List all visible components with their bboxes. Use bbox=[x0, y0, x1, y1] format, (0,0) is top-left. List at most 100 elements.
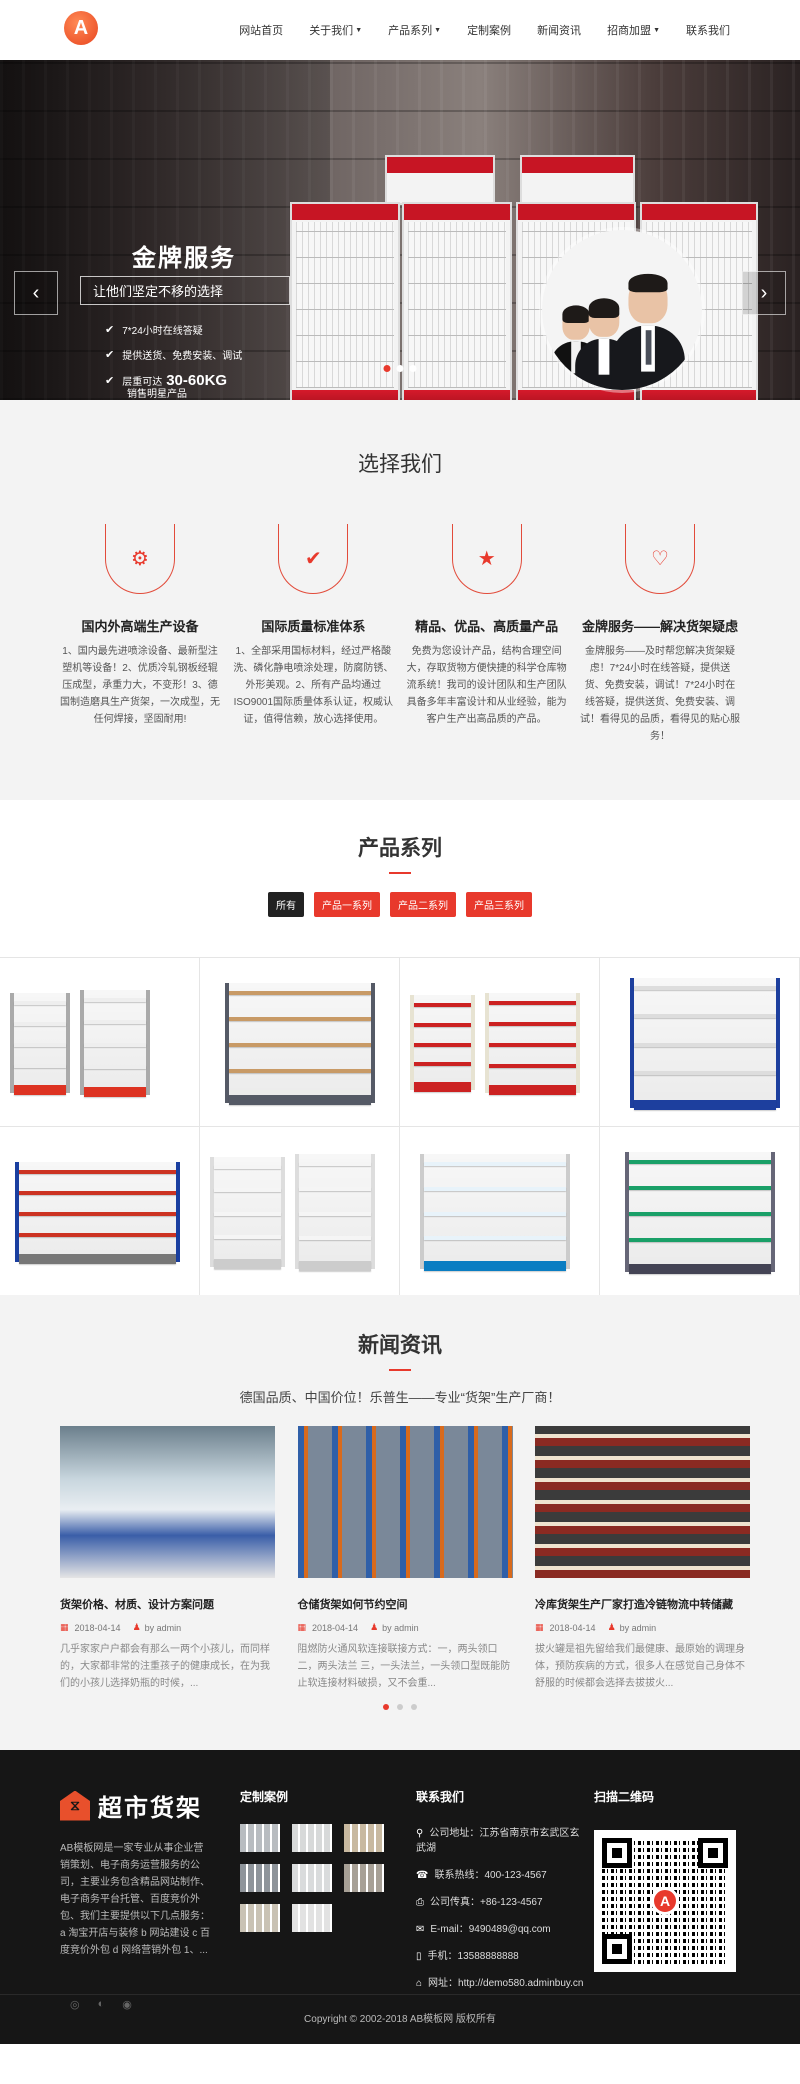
product-card[interactable] bbox=[400, 958, 600, 1127]
qr-logo-icon: A bbox=[651, 1887, 679, 1915]
filter-button[interactable]: 产品三系列 bbox=[466, 892, 532, 917]
banner-points: ✔ 7*24小时在线答疑 ✔ 提供送货、免费安装、调试 ✔ 层重可达 30-60KG 销… bbox=[105, 322, 242, 400]
product-card[interactable] bbox=[400, 1127, 600, 1296]
product-grid bbox=[0, 957, 800, 1296]
product-image bbox=[420, 1154, 570, 1271]
news-date: 2018-04-14 bbox=[312, 1622, 359, 1633]
news-image[interactable] bbox=[60, 1426, 275, 1578]
product-card[interactable] bbox=[600, 1127, 800, 1296]
nav-item[interactable]: 联系我们 bbox=[686, 22, 730, 38]
news-date: 2018-04-14 bbox=[549, 1622, 596, 1633]
banner-note: 销售明星产品 bbox=[127, 389, 187, 400]
nav-item[interactable]: 网站首页 bbox=[239, 22, 283, 38]
news-meta: ▦ 2018-04-14 ♟ by admin bbox=[298, 1622, 513, 1633]
phone-icon: ☎ bbox=[416, 1870, 429, 1881]
product-image bbox=[225, 982, 375, 1105]
case-thumbnail[interactable] bbox=[292, 1824, 332, 1852]
why-choose-us-section: 选择我们 ⚙ 国内外高端生产设备 1、国内最先进喷涂设备、最新型注塑机等设备！2、优… bbox=[0, 400, 800, 800]
mail-icon: ✉ bbox=[416, 1924, 425, 1935]
check-icon: ✔ bbox=[105, 349, 115, 361]
product-card[interactable] bbox=[0, 958, 200, 1127]
heart-icon: ♡ bbox=[651, 548, 669, 570]
product-card[interactable] bbox=[200, 958, 400, 1127]
news-meta: ▦ 2018-04-14 ♟ by admin bbox=[60, 1622, 275, 1633]
news-title[interactable]: 冷库货架生产厂家打造冷链物流中转储藏 bbox=[535, 1596, 750, 1612]
product-card[interactable] bbox=[600, 958, 800, 1127]
news-section: 新闻资讯 德国品质、中国价位！乐普生——专业“货架”生产厂商！ 货架价格、材质、… bbox=[0, 1295, 800, 1750]
fax-icon: ⎙ bbox=[416, 1897, 424, 1908]
news-dot[interactable] bbox=[411, 1704, 417, 1710]
case-thumbnail[interactable] bbox=[344, 1824, 384, 1852]
case-thumbnail[interactable] bbox=[344, 1864, 384, 1892]
nav-item[interactable]: 新闻资讯 bbox=[537, 22, 581, 38]
product-image bbox=[630, 977, 780, 1110]
product-filters: 所有 产品一系列 产品二系列 产品三系列 bbox=[0, 892, 800, 917]
calendar-icon: ▦ bbox=[60, 1622, 69, 1632]
news-pagination bbox=[379, 1704, 421, 1710]
caret-down-icon: ▼ bbox=[355, 26, 363, 34]
banner-subtitle: 让他们坚定不移的选择 bbox=[80, 276, 290, 305]
news-title[interactable]: 货架价格、材质、设计方案问题 bbox=[60, 1596, 275, 1612]
news-card[interactable]: 冷库货架生产厂家打造冷链物流中转储藏 ▦ 2018-04-14 ♟ by admin 拔火… bbox=[535, 1426, 750, 1692]
case-thumbnails bbox=[240, 1824, 384, 1932]
footer-brand-name: 超市货架 bbox=[98, 1795, 202, 1822]
news-card[interactable]: 货架价格、材质、设计方案问题 ▦ 2018-04-14 ♟ by admin 几乎家家户户… bbox=[60, 1426, 275, 1692]
nav-item[interactable]: 关于我们 ▼ bbox=[309, 22, 362, 38]
nav-item[interactable]: 定制案例 bbox=[467, 22, 511, 38]
slide-dot[interactable] bbox=[409, 365, 417, 372]
contact-list: ⚲ 公司地址：江苏省南京市玄武区玄武湖 ☎ 联系热线：400-123-4567 ⎙ 公司传… bbox=[416, 1826, 586, 2003]
feature-text: 免费为您设计产品，结构合理空间大，存取货物方便快捷的科学仓库物流系统！我司的设计… bbox=[406, 646, 567, 725]
filter-button[interactable]: 产品一系列 bbox=[314, 892, 380, 917]
product-card[interactable] bbox=[0, 1127, 200, 1296]
mobile-icon: ▯ bbox=[416, 1951, 422, 1962]
feature-list: ⚙ 国内外高端生产设备 1、国内最先进喷涂设备、最新型注塑机等设备！2、优质冷轧钢板… bbox=[60, 524, 740, 745]
banner-pagination bbox=[381, 365, 420, 372]
banner-next-button[interactable]: › bbox=[742, 271, 786, 315]
news-dot[interactable] bbox=[397, 1704, 403, 1710]
feature-badge: ✔ bbox=[278, 524, 349, 594]
nav-item[interactable]: 产品系列 ▼ bbox=[388, 22, 441, 38]
slide-dot[interactable] bbox=[383, 365, 391, 372]
product-image bbox=[295, 1154, 375, 1271]
banner-prev-button[interactable]: ‹ bbox=[14, 271, 58, 315]
news-list: 货架价格、材质、设计方案问题 ▦ 2018-04-14 ♟ by admin 几乎家家户户… bbox=[60, 1426, 750, 1692]
user-icon: ♟ bbox=[607, 1622, 616, 1632]
news-excerpt: 几乎家家户户都会有那么一两个小孩儿，而同样的，大家都非常的注重孩子的健康成长，在… bbox=[60, 1644, 270, 1689]
news-image[interactable] bbox=[535, 1426, 750, 1578]
feature-title: 精品、优品、高质量产品 bbox=[415, 619, 559, 634]
banner-display-rack bbox=[385, 155, 495, 205]
map-marker-icon: ⚲ bbox=[416, 1828, 424, 1839]
nav-item[interactable]: 招商加盟 ▼ bbox=[607, 22, 660, 38]
case-thumbnail[interactable] bbox=[292, 1904, 332, 1932]
news-title[interactable]: 仓储货架如何节约空间 bbox=[298, 1596, 513, 1612]
contact-item: ⌂ 网址：http://demo580.adminbuy.cn bbox=[416, 1978, 584, 1989]
case-thumbnail[interactable] bbox=[240, 1824, 280, 1852]
calendar-icon: ▦ bbox=[297, 1622, 307, 1632]
news-date: 2018-04-14 bbox=[74, 1622, 121, 1633]
news-image[interactable] bbox=[297, 1426, 513, 1578]
news-author: by admin bbox=[382, 1622, 419, 1633]
user-icon: ♟ bbox=[370, 1622, 379, 1632]
contact-item: ▯ 手机：13588888888 bbox=[416, 1951, 519, 1962]
products-section: 产品系列 所有 产品一系列 产品二系列 产品三系列 bbox=[0, 800, 800, 1296]
news-card[interactable]: 仓储货架如何节约空间 ▦ 2018-04-14 ♟ by admin 阻燃防火通风软连接联… bbox=[297, 1426, 513, 1692]
site-header: A 网站首页 关于我们 ▼ 产品系列 ▼ 定制案例 新闻资讯 招商加盟 ▼ 联系我们 bbox=[0, 0, 800, 60]
banner-title: 金牌服务 bbox=[132, 245, 236, 272]
section-title: 选择我们 bbox=[358, 453, 442, 476]
filter-button[interactable]: 产品二系列 bbox=[390, 892, 456, 917]
banner-point: ✔ 提供送货、免费安装、调试 bbox=[105, 349, 243, 362]
site-logo[interactable]: A bbox=[64, 11, 98, 45]
product-card[interactable] bbox=[200, 1127, 400, 1296]
case-thumbnail[interactable] bbox=[240, 1904, 280, 1932]
star-icon: ★ bbox=[477, 548, 496, 570]
product-image bbox=[15, 1161, 180, 1264]
slide-dot[interactable] bbox=[396, 365, 404, 372]
news-dot[interactable] bbox=[383, 1704, 389, 1710]
case-thumbnail[interactable] bbox=[240, 1864, 280, 1892]
news-meta: ▦ 2018-04-14 ♟ by admin bbox=[535, 1622, 750, 1633]
filter-button[interactable]: 所有 bbox=[268, 892, 304, 917]
case-thumbnail[interactable] bbox=[292, 1864, 332, 1892]
feature-text: 金牌服务——及时帮您解决货架疑虑！7*24小时在线答疑，提供送货、免费安装，调试… bbox=[579, 646, 740, 742]
footer-qr-title: 扫描二维码 bbox=[594, 1790, 655, 1804]
contact-item: ✉ E-mail：9490489@qq.com bbox=[416, 1924, 551, 1935]
